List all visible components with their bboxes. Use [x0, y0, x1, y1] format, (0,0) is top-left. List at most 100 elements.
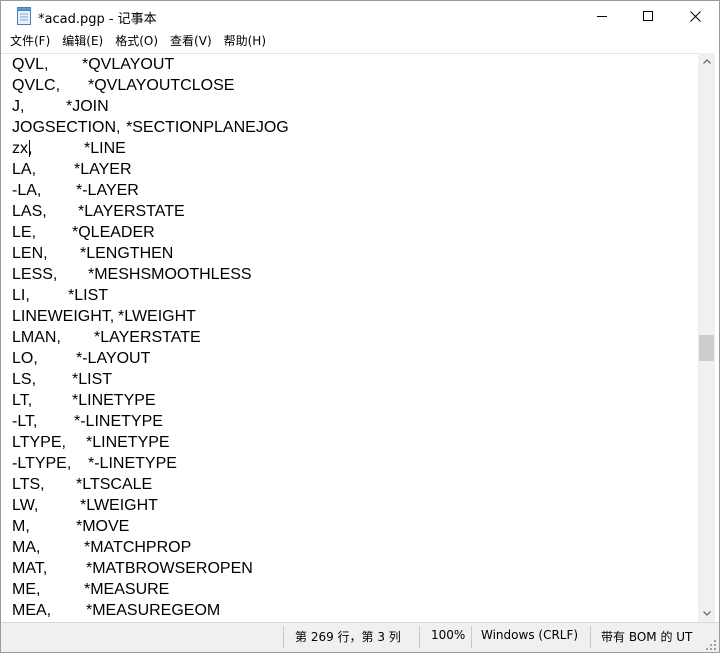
text-line: LA, *LAYER [12, 159, 289, 180]
line-command: LA, [12, 161, 37, 178]
text-line: QVLC, *QVLAYOUTCLOSE [12, 75, 289, 96]
line-command: -LA, [12, 182, 42, 199]
text-line: LT, *LINETYPE [12, 390, 289, 411]
scroll-down-button[interactable] [698, 605, 715, 622]
text-line: LW, *LWEIGHT [12, 495, 289, 516]
line-target: *LINETYPE [86, 434, 170, 451]
line-command: JOGSECTION, [12, 119, 121, 136]
line-target: *QLEADER [72, 224, 155, 241]
text-line: zx, *LINE [12, 138, 289, 159]
line-command: MEA, [12, 602, 52, 619]
line-target: *MESHSMOOTHLESS [88, 266, 252, 283]
line-target: *LIST [68, 287, 109, 304]
text-line: -LA, *-LAYER [12, 180, 289, 201]
text-line: -LT, *-LINETYPE [12, 411, 289, 432]
close-icon [689, 10, 701, 22]
line-command: LW, [12, 497, 39, 514]
resize-grip-icon[interactable] [705, 639, 717, 651]
line-target: *JOIN [66, 98, 109, 115]
text-line: QVL, *QVLAYOUT [12, 54, 289, 75]
line-command: QVLC, [12, 77, 61, 94]
menu-help[interactable]: 帮助(H) [218, 31, 272, 52]
encoding: 带有 BOM 的 UT [601, 630, 693, 644]
line-target: *-LAYER [76, 182, 139, 199]
line-command: LAS, [12, 203, 47, 220]
line-command: ME, [12, 581, 41, 598]
scrollbar-thumb[interactable] [699, 335, 714, 361]
line-target: *LENGTHEN [80, 245, 174, 262]
cursor-position: 第 269 行，第 3 列 [295, 630, 401, 644]
line-command: LINEWEIGHT, [12, 308, 115, 325]
scroll-up-button[interactable] [698, 53, 715, 70]
line-command: -LTYPE, [12, 455, 72, 472]
text-line: LESS, *MESHSMOOTHLESS [12, 264, 289, 285]
line-command: M, [12, 518, 30, 535]
line-command: LMAN, [12, 329, 61, 346]
menu-edit[interactable]: 编辑(E) [56, 31, 109, 52]
line-command: LI, [12, 287, 30, 304]
text-line: M, *MOVE [12, 516, 289, 537]
minimize-button[interactable] [579, 1, 625, 31]
close-button[interactable] [671, 1, 719, 31]
text-line: J, *JOIN [12, 96, 289, 117]
menu-view[interactable]: 查看(V) [164, 31, 218, 52]
vertical-scrollbar[interactable] [698, 53, 715, 622]
line-ending: Windows (CRLF) [481, 628, 579, 642]
text-caret [29, 140, 30, 157]
text-line: MAT, *MATBROWSEROPEN [12, 558, 289, 579]
line-command: LESS, [12, 266, 58, 283]
text-line: JOGSECTION, *SECTIONPLANEJOG [12, 117, 289, 138]
line-command: LE, [12, 224, 37, 241]
line-command: LTYPE, [12, 434, 66, 451]
line-command: LT, [12, 392, 33, 409]
line-command: QVL, [12, 56, 49, 73]
line-target: *LAYERSTATE [94, 329, 201, 346]
line-target: *-LINETYPE [74, 413, 163, 430]
text-line: ME, *MEASURE [12, 579, 289, 600]
line-target: *LTSCALE [76, 476, 153, 493]
line-target: *-LINETYPE [88, 455, 177, 472]
maximize-icon [643, 11, 653, 21]
line-target: *MATCHPROP [84, 539, 192, 556]
status-divider [419, 626, 420, 648]
text-line: MEA, *MEASUREGEOM [12, 600, 289, 621]
line-command: zx, [12, 140, 33, 157]
notepad-app-icon [17, 7, 31, 25]
window-title: *acad.pgp - 记事本 [38, 12, 157, 27]
line-command: -LT, [12, 413, 38, 430]
line-target: *LINE [84, 140, 126, 157]
chevron-down-icon [702, 611, 711, 616]
line-command: LO, [12, 350, 38, 367]
text-line: MA, *MATCHPROP [12, 537, 289, 558]
text-line: LI, *LIST [12, 285, 289, 306]
text-line: LMAN, *LAYERSTATE [12, 327, 289, 348]
status-divider [471, 626, 472, 648]
line-target: *MEASUREGEOM [86, 602, 221, 619]
text-line: LE, *QLEADER [12, 222, 289, 243]
status-bar: 第 269 行，第 3 列 100% Windows (CRLF) 带有 BOM… [1, 622, 719, 652]
maximize-button[interactable] [625, 1, 671, 31]
line-command: MA, [12, 539, 41, 556]
text-editor[interactable]: QVL, *QVLAYOUT QVLC, *QVLAYOUTCLOSE J, *JOIN J… [1, 53, 698, 622]
line-command: MAT, [12, 560, 48, 577]
line-target: *MOVE [76, 518, 130, 535]
text-line: LEN, *LENGTHEN [12, 243, 289, 264]
chevron-up-icon [702, 59, 711, 64]
text-line: -LTYPE, *-LINETYPE [12, 453, 289, 474]
line-target: *LINETYPE [72, 392, 156, 409]
menu-file[interactable]: 文件(F) [1, 31, 56, 52]
menu-bar: 文件(F) 编辑(E) 格式(O) 查看(V) 帮助(H) [1, 31, 719, 52]
text-lines: QVL, *QVLAYOUT QVLC, *QVLAYOUTCLOSE J, *JOIN J… [12, 54, 289, 621]
line-target: *QVLAYOUT [82, 56, 175, 73]
line-target: *LAYERSTATE [78, 203, 185, 220]
menu-format[interactable]: 格式(O) [109, 31, 164, 52]
notepad-window: *acad.pgp - 记事本 文件(F) 编辑(E) 格式(O) 查看(V) … [0, 0, 720, 653]
text-line: LTYPE, *LINETYPE [12, 432, 289, 453]
title-bar[interactable]: *acad.pgp - 记事本 [1, 1, 719, 31]
text-line: LO, *-LAYOUT [12, 348, 289, 369]
text-line: LINEWEIGHT, *LWEIGHT [12, 306, 289, 327]
line-target: *SECTIONPLANEJOG [126, 119, 289, 136]
text-line: LS, *LIST [12, 369, 289, 390]
zoom-level: 100% [431, 628, 466, 642]
line-command: LTS, [12, 476, 45, 493]
